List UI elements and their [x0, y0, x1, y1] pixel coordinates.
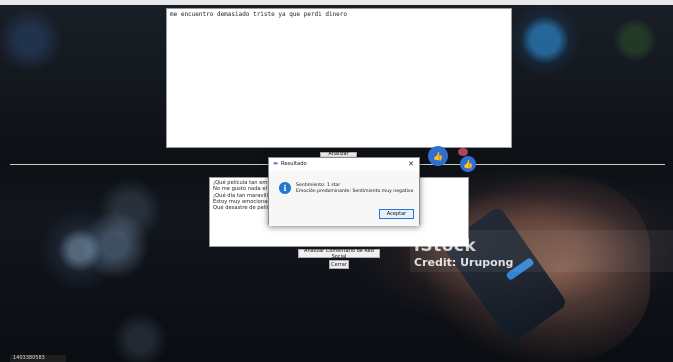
feather-icon: ✒ — [273, 160, 279, 168]
heart-icon — [458, 148, 468, 156]
sentiment-text: Sentimiento: 1 star — [296, 183, 341, 188]
close-button[interactable]: Cerrar — [329, 260, 349, 269]
dialog-titlebar: ✒ Resultado ✕ — [269, 158, 419, 171]
top-bar — [0, 0, 673, 5]
result-dialog: ✒ Resultado ✕ i Sentimiento: 1 star Emoc… — [268, 157, 420, 226]
dialog-title: Resultado — [281, 161, 307, 167]
analyze-social-button[interactable]: Analizar Comentario de Red Social — [298, 248, 380, 260]
close-icon[interactable]: ✕ — [408, 160, 414, 168]
watermark-credit: Credit: Urupong — [414, 256, 514, 269]
image-id-tag: 1403380583 — [10, 355, 66, 362]
ok-button[interactable]: Aceptar — [379, 209, 414, 219]
phrase-input[interactable]: me encuentro demasiado triste ya que per… — [166, 8, 512, 148]
info-icon: i — [279, 182, 291, 194]
watermark-brand: iStock — [414, 236, 477, 256]
like-icon: 👍 — [428, 146, 448, 166]
emotion-text: Emoción predominante: Sentimiento muy ne… — [296, 189, 414, 194]
dialog-body: i Sentimiento: 1 star Emoción predominan… — [269, 171, 419, 226]
like-icon-small: 👍 — [460, 156, 476, 172]
